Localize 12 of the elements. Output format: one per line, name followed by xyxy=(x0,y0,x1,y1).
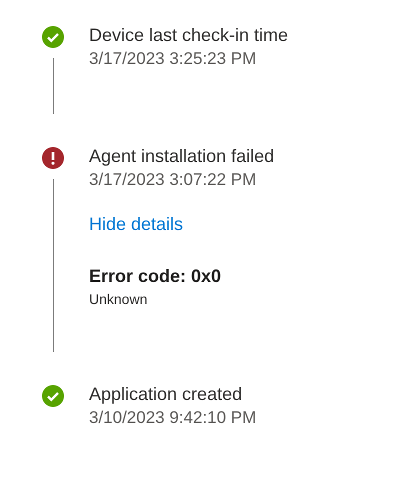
event-time: 3/17/2023 3:25:23 PM xyxy=(89,48,256,70)
error-message: Unknown xyxy=(89,290,148,309)
checkmark-icon xyxy=(42,26,64,48)
event-time: 3/10/2023 9:42:10 PM xyxy=(89,407,256,429)
error-code: Error code: 0x0 xyxy=(89,265,222,288)
event-time: 3/17/2023 3:07:22 PM xyxy=(89,169,256,191)
event-title: Agent installation failed xyxy=(89,145,274,168)
checkmark-icon xyxy=(42,385,64,407)
event-title: Device last check-in time xyxy=(89,24,288,47)
event-title: Application created xyxy=(89,383,242,406)
error-icon xyxy=(42,147,64,169)
hide-details-link[interactable]: Hide details xyxy=(89,212,184,236)
